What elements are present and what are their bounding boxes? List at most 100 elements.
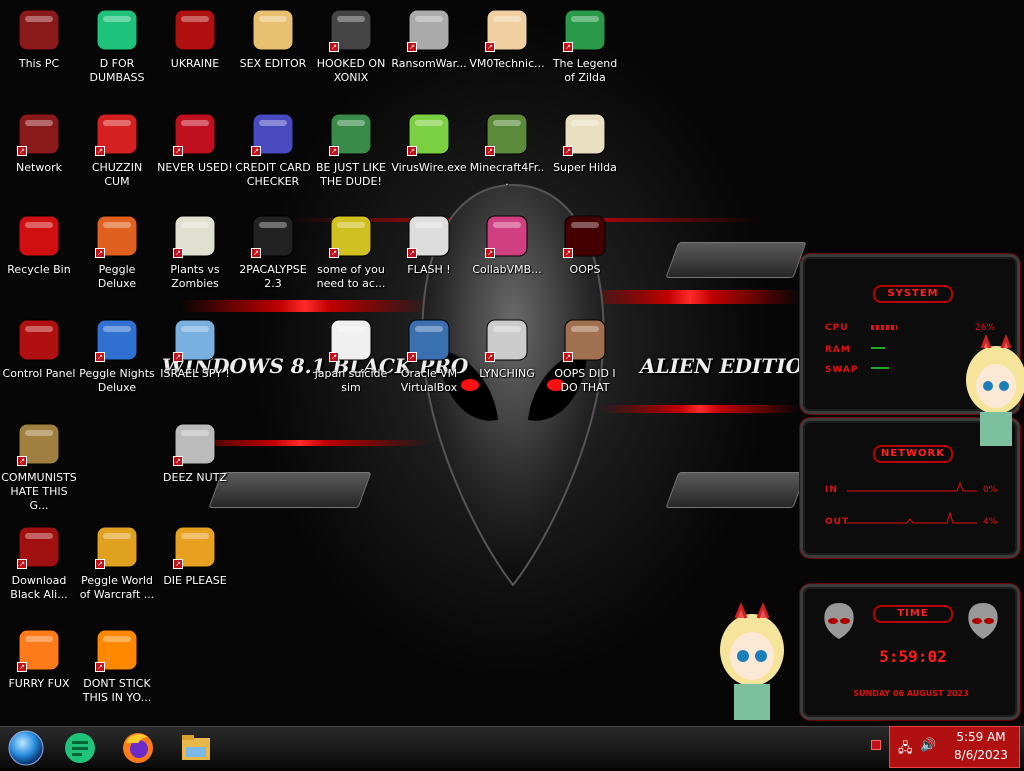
desktop-icon-label: The Legend of Zilda bbox=[552, 57, 618, 84]
portrait-icon: ↗ bbox=[561, 316, 609, 364]
desktop-icon[interactable]: ↗ DEEZ NUTZ bbox=[156, 420, 234, 485]
network-tray-icon[interactable]: 🖧 bbox=[898, 739, 913, 761]
desktop-icon[interactable]: ↗ OOPS bbox=[546, 212, 624, 277]
desktop-icon-label: Peggle Nights Deluxe bbox=[79, 367, 155, 394]
desktop-icon[interactable]: ↗ COMMUNISTS HATE THIS G... bbox=[0, 420, 78, 513]
desktop-icon-label: DONT STICK THIS IN YO... bbox=[82, 677, 152, 704]
tray-notification-icon[interactable] bbox=[871, 740, 881, 750]
shortcut-arrow-icon: ↗ bbox=[485, 248, 495, 258]
desktop-icon[interactable]: ↗ Peggle World of Warcraft ... bbox=[78, 523, 156, 602]
wallpaper-streak bbox=[600, 405, 800, 413]
shortcut-arrow-icon: ↗ bbox=[485, 146, 495, 156]
virtualbox-icon: ↗ bbox=[405, 316, 453, 364]
desktop-icon[interactable]: ↗ Plants vs Zombies bbox=[156, 212, 234, 291]
desktop-icon-label: SEX EDITOR bbox=[239, 57, 307, 70]
desktop-icon[interactable]: ↗ some of you need to ac... bbox=[312, 212, 390, 291]
taskbar-clock[interactable]: 5:59 AM 8/6/2023 bbox=[946, 728, 1016, 764]
shortcut-arrow-icon: ↗ bbox=[173, 456, 183, 466]
elf-character-icon: ↗ bbox=[327, 110, 375, 158]
technician-icon: ↗ bbox=[483, 6, 531, 54]
shortcut-arrow-icon: ↗ bbox=[407, 352, 417, 362]
shortcut-arrow-icon: ↗ bbox=[251, 248, 261, 258]
desktop-icon[interactable]: This PC bbox=[0, 6, 78, 71]
taskbar-notes-app[interactable] bbox=[60, 729, 100, 767]
desktop-icon[interactable]: ↗ DIE PLEASE bbox=[156, 523, 234, 588]
desktop-icon[interactable]: ↗ RansomWar... bbox=[390, 6, 468, 71]
time-gadget[interactable]: TIME 5:59:02 SUNDAY 06 AUGUST 2023 bbox=[800, 584, 1020, 720]
desktop-icon[interactable]: ↗ BE JUST LIKE THE DUDE! bbox=[312, 110, 390, 189]
desktop-icon[interactable]: ↗ HOOKED ON XONIX bbox=[312, 6, 390, 85]
desktop-icon-label: Download Black Ali... bbox=[10, 574, 68, 601]
wallpaper-panel bbox=[665, 242, 807, 278]
desktop-icon[interactable]: ↗ OOPS DID I DO THAT bbox=[546, 316, 624, 395]
desktop-icon[interactable]: ↗ japan suicide sim bbox=[312, 316, 390, 395]
notes-app-icon bbox=[65, 733, 95, 763]
network-gadget-title: NETWORK bbox=[873, 445, 953, 463]
desktop-icon[interactable]: ↗ Peggle Deluxe bbox=[78, 212, 156, 291]
desktop-icon[interactable]: Control Panel bbox=[0, 316, 78, 381]
desktop-icon[interactable]: ↗ Peggle Nights Deluxe bbox=[78, 316, 156, 395]
start-button[interactable] bbox=[6, 729, 46, 767]
desktop-icon-label: RansomWar... bbox=[391, 57, 467, 70]
desktop-icon-label: DIE PLEASE bbox=[163, 574, 227, 587]
cartoon-character-decoration bbox=[720, 602, 784, 720]
shortcut-arrow-icon: ↗ bbox=[173, 146, 183, 156]
desktop-icon[interactable]: ↗ NEVER USED! bbox=[156, 110, 234, 175]
alien-logo-icon bbox=[968, 603, 998, 639]
desktop-icon[interactable]: ↗ VirusWire.exe bbox=[390, 110, 468, 175]
shortcut-arrow-icon: ↗ bbox=[563, 248, 573, 258]
pixel-character-icon: ↗ bbox=[561, 110, 609, 158]
desktop-icon-label: DEEZ NUTZ bbox=[163, 471, 227, 484]
credit-card-icon: ↗ bbox=[249, 110, 297, 158]
wallpaper-panel bbox=[665, 472, 807, 508]
desktop-icon[interactable]: ↗ FURRY FUX bbox=[0, 626, 78, 691]
stacked-windows-icon: ↗ bbox=[171, 420, 219, 468]
taskbar-firefox[interactable] bbox=[118, 729, 158, 767]
desktop-icon[interactable]: Recycle Bin bbox=[0, 212, 78, 277]
cartoon-character-decoration bbox=[966, 333, 1024, 446]
desktop-icon-label: some of you need to ac... bbox=[316, 263, 386, 290]
desktop-icon[interactable]: ↗ The Legend of Zilda bbox=[546, 6, 624, 85]
desktop-icon[interactable]: ↗ CREDIT CARD CHECKER bbox=[234, 110, 312, 189]
desktop-icon[interactable]: SEX EDITOR bbox=[234, 6, 312, 71]
clock-time: 5:59 AM bbox=[956, 730, 1006, 744]
desktop-icon[interactable]: ↗ CollabVMB... bbox=[468, 212, 546, 277]
shortcut-arrow-icon: ↗ bbox=[17, 559, 27, 569]
volume-icon[interactable]: 🔊 bbox=[920, 738, 936, 753]
wallpaper-streak bbox=[580, 290, 800, 304]
desktop-icon[interactable]: ↗ DONT STICK THIS IN YO... bbox=[78, 626, 156, 705]
taskbar-file-explorer[interactable] bbox=[176, 729, 216, 767]
shortcut-arrow-icon: ↗ bbox=[17, 662, 27, 672]
desktop[interactable]: WINDOWS 8.1 BLACK PRO ALIEN EDITION 20 T… bbox=[0, 0, 1024, 726]
desktop-icon-label: FLASH ! bbox=[407, 263, 451, 276]
desktop-icon[interactable]: ↗ LYNCHING bbox=[468, 316, 546, 381]
desktop-icon[interactable]: ↗ Download Black Ali... bbox=[0, 523, 78, 602]
swap-bar bbox=[871, 367, 889, 369]
shortcut-arrow-icon: ↗ bbox=[329, 352, 339, 362]
vlc-cone-icon: ↗ bbox=[93, 626, 141, 674]
desktop-icon[interactable]: ↗ VM0Technic... bbox=[468, 6, 546, 71]
desktop-icon-label: Peggle Deluxe bbox=[97, 263, 137, 290]
desktop-icon-label: BE JUST LIKE THE DUDE! bbox=[315, 161, 387, 188]
desktop-icon[interactable]: ↗ Super Hilda bbox=[546, 110, 624, 175]
system-gadget-title: SYSTEM bbox=[873, 285, 953, 303]
shortcut-arrow-icon: ↗ bbox=[563, 146, 573, 156]
shortcut-arrow-icon: ↗ bbox=[251, 146, 261, 156]
alien-download-icon: ↗ bbox=[15, 523, 63, 571]
desktop-icon-label: CREDIT CARD CHECKER bbox=[235, 161, 311, 188]
skull-icon: ↗ bbox=[405, 6, 453, 54]
desktop-icon[interactable]: UKRAINE bbox=[156, 6, 234, 71]
desktop-icon-label: OOPS DID I DO THAT bbox=[554, 367, 616, 394]
desktop-icon-label: COMMUNISTS HATE THIS G... bbox=[1, 471, 77, 512]
start-orb-icon bbox=[8, 730, 44, 766]
desktop-icon[interactable]: ↗ ISRAEL SPY ! bbox=[156, 316, 234, 381]
monitors-icon: ↗ bbox=[483, 212, 531, 260]
shortcut-arrow-icon: ↗ bbox=[173, 248, 183, 258]
desktop-icon[interactable]: ↗ CHUZZIN CUM bbox=[78, 110, 156, 189]
desktop-icon[interactable]: D FOR DUMBASS bbox=[78, 6, 156, 85]
desktop-icon[interactable]: ↗ 2PACALYPSE 2.3 bbox=[234, 212, 312, 291]
desktop-icon[interactable]: ↗ Network bbox=[0, 110, 78, 175]
desktop-icon[interactable]: ↗ FLASH ! bbox=[390, 212, 468, 277]
desktop-icon[interactable]: ↗ Oracle VM VirtualBox bbox=[390, 316, 468, 395]
desktop-icon[interactable]: ↗ Minecraft4Fr... bbox=[468, 110, 546, 189]
